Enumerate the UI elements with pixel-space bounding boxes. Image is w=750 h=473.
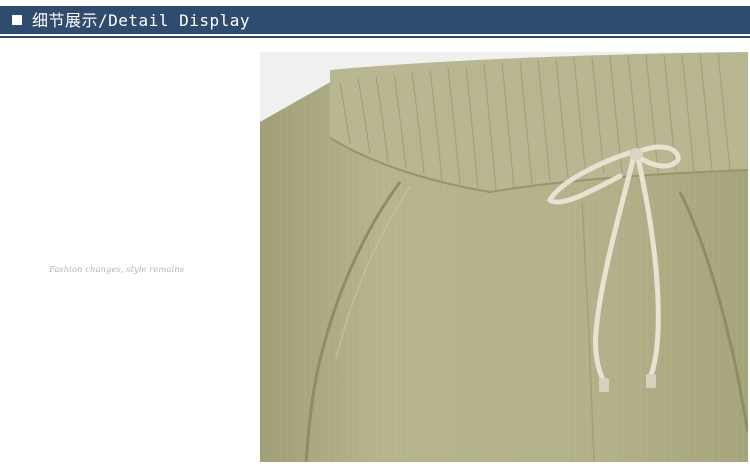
tagline: Fashion changes, style remains — [49, 265, 185, 275]
drawstring-tip-right — [646, 374, 656, 388]
drawstring-tip-left — [599, 378, 609, 392]
section-title: 细节展示/Detail Display — [32, 11, 250, 30]
section-header: 细节展示/Detail Display — [0, 0, 750, 42]
drawstring-knot — [629, 148, 643, 160]
bullet-square-icon — [12, 15, 22, 25]
header-underline — [0, 36, 750, 38]
shorts-waistband-illustration — [260, 52, 748, 462]
product-photo — [260, 52, 748, 462]
